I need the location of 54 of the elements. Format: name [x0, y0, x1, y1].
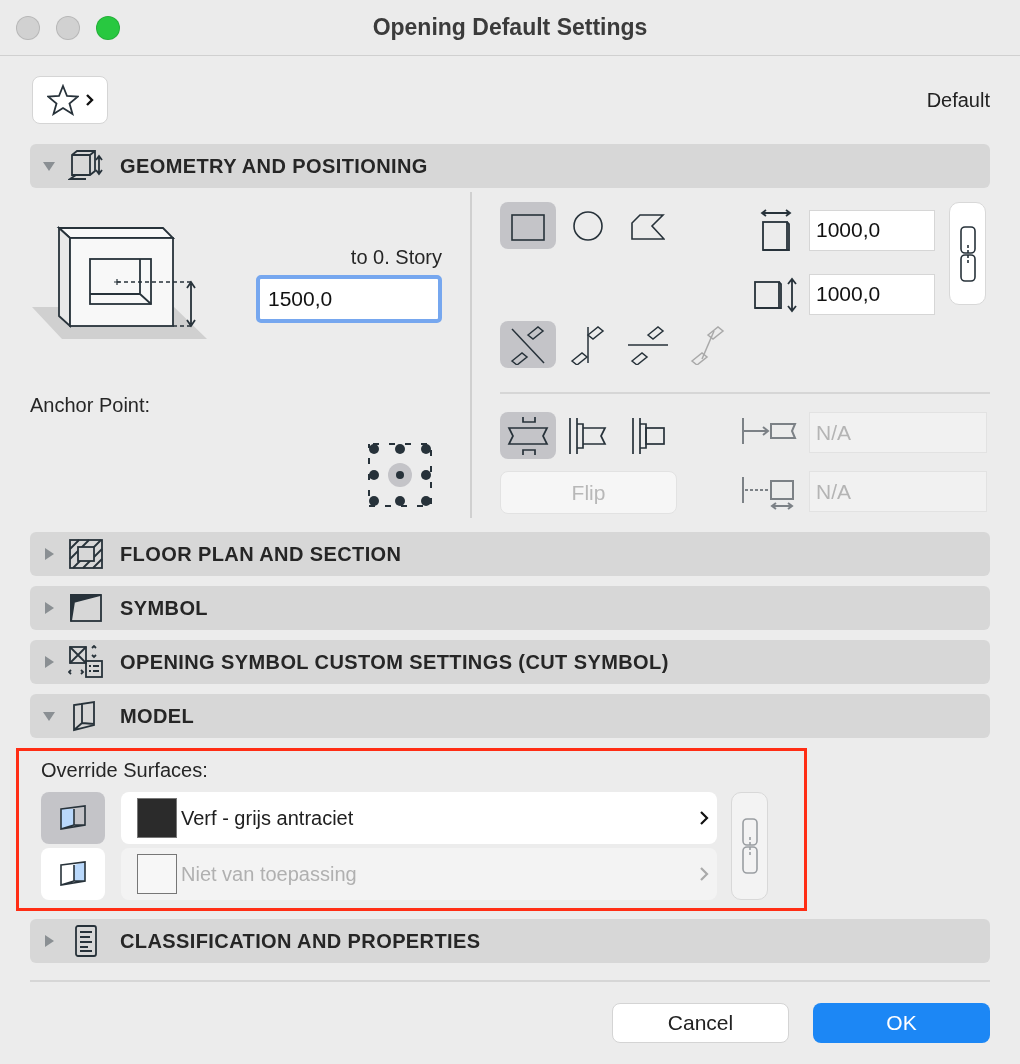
window-title: Opening Default Settings — [372, 14, 648, 40]
elevation-input[interactable]: 1500,0 — [256, 275, 442, 323]
disclosure-triangle-icon — [42, 934, 56, 948]
width-input[interactable]: 1000,0 — [809, 209, 935, 251]
door-symbol-icon — [68, 591, 104, 625]
anchor-point-label: Anchor Point: — [30, 394, 152, 417]
section-header[interactable]: FLOOR PLAN AND SECTION — [30, 532, 990, 576]
override-surfaces-label: Override Surfaces: — [41, 759, 209, 782]
dashed-outline — [368, 443, 432, 507]
chain-link-icon — [959, 224, 976, 283]
disclosure-triangle-icon — [42, 159, 56, 173]
section-header[interactable]: MODEL — [30, 694, 990, 738]
cancel-button[interactable]: Cancel — [612, 1003, 789, 1043]
anchor-point[interactable] — [369, 470, 379, 480]
section-header[interactable]: CLASSIFICATION AND PROPERTIES — [30, 919, 990, 963]
wall-surface-icon — [58, 859, 88, 889]
anchor-point[interactable] — [369, 496, 379, 506]
surface-side-button[interactable] — [41, 792, 105, 844]
ok-button[interactable]: OK — [813, 1003, 990, 1043]
surface-picker[interactable]: Verf - grijs antraciet — [121, 792, 717, 844]
orientation-button[interactable] — [500, 321, 556, 368]
disclosure-triangle-icon — [42, 547, 56, 561]
chevron-right-icon — [699, 810, 709, 826]
horizontal-doors-icon — [626, 324, 670, 365]
section-header[interactable]: GEOMETRY AND POSITIONING — [30, 144, 990, 188]
anchor-point[interactable] — [395, 444, 405, 454]
disclosure-triangle-icon — [42, 601, 56, 615]
wall-surface-icon — [58, 803, 88, 833]
section-header[interactable]: SYMBOL — [30, 586, 990, 630]
anchor-point[interactable] — [395, 496, 405, 506]
chevron-right-icon — [699, 866, 709, 882]
anchor-point[interactable] — [421, 470, 431, 480]
centered-opening-icon — [505, 415, 551, 456]
favorites-button[interactable] — [32, 76, 108, 124]
anchor-point[interactable] — [421, 496, 431, 506]
hatched-square-icon — [68, 537, 104, 571]
chevron-right-icon — [84, 93, 94, 107]
height-input[interactable]: 1000,0 — [809, 273, 935, 315]
anchor-point[interactable] — [421, 444, 431, 454]
shape-button[interactable] — [500, 202, 556, 249]
circle-icon — [571, 210, 605, 241]
elevation-label: to 0. Story — [350, 246, 442, 269]
preset-name: Default — [926, 88, 990, 112]
section-header[interactable]: OPENING SYMBOL CUSTOM SETTINGS (CUT SYMBOL) — [30, 640, 990, 684]
anchor-point[interactable] — [388, 463, 412, 487]
link-dimensions-button[interactable] — [949, 202, 986, 305]
box-with-arrows-icon — [68, 149, 104, 183]
anchor-point[interactable] — [369, 444, 379, 454]
disclosure-triangle-icon — [42, 709, 56, 723]
star-icon — [46, 84, 79, 116]
disclosure-triangle-icon — [42, 655, 56, 669]
settings-list-icon — [68, 645, 104, 679]
chain-link-icon — [741, 817, 758, 875]
placement-button[interactable] — [500, 412, 556, 459]
